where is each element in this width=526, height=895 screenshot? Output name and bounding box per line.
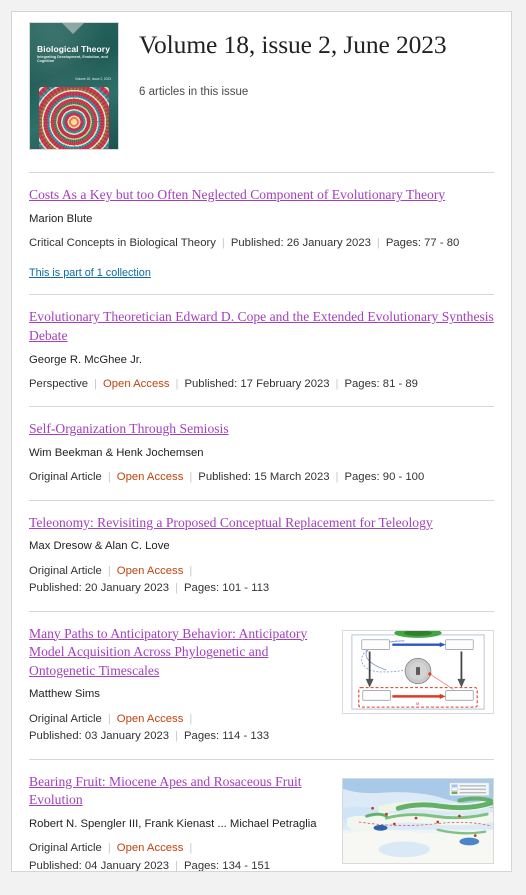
article-title: Bearing Fruit: Miocene Apes and Rosaceou… <box>29 773 332 810</box>
article-item: Teleonomy: Revisiting a Proposed Concept… <box>29 499 494 611</box>
meta-separator: | <box>376 236 380 249</box>
article-published-date: Published: 04 January 2023 <box>29 859 170 872</box>
article-title-link[interactable]: Evolutionary Theoretician Edward D. Cope… <box>29 309 494 343</box>
article-authors: Marion Blute <box>29 212 93 225</box>
article-authors: George R. McGhee Jr. <box>29 353 143 366</box>
article-meta: Original Article | Open Access | Published: … <box>29 555 494 598</box>
meta-separator: | <box>107 712 111 725</box>
article-title: Teleonomy: Revisiting a Proposed Concept… <box>29 514 494 533</box>
open-access-badge: Open Access <box>116 712 184 725</box>
open-access-badge: Open Access <box>116 564 184 577</box>
article-authors: Matthew Sims <box>29 688 100 701</box>
meta-separator: | <box>189 471 193 484</box>
article-list: Costs As a Key but too Often Neglected C… <box>12 172 511 872</box>
article-meta: Perspective | Open Access | Published: 17 Fe… <box>29 368 494 394</box>
cover-journal-subtitle: Integrating Development, Evolution, and … <box>37 55 108 63</box>
article-title-link[interactable]: Costs As a Key but too Often Neglected C… <box>29 187 445 202</box>
meta-separator: | <box>221 236 225 249</box>
cover-notch-decoration <box>62 23 84 34</box>
article-text-block: Bearing Fruit: Miocene Apes and Rosaceou… <box>29 773 332 872</box>
article-count-text: 6 articles in this issue <box>139 86 249 99</box>
meta-separator: | <box>175 582 178 595</box>
article-type: Original Article <box>29 712 102 725</box>
article-pages: Pages: 77 - 80 <box>385 236 460 249</box>
article-text-block: Self-Organization Through Semiosis Wim Be… <box>29 420 494 486</box>
article-published-date: Published: 20 January 2023 <box>29 582 170 595</box>
meta-separator: | <box>107 471 111 484</box>
meta-separator: | <box>335 471 339 484</box>
article-published-date: Published: 26 January 2023 <box>230 236 371 249</box>
svg-text:M: M <box>416 701 419 706</box>
article-meta: Original Article | Open Access | Published: … <box>29 703 332 746</box>
article-meta: Critical Concepts in Biological Theory | P… <box>29 227 494 253</box>
meta-separator: | <box>335 377 339 390</box>
article-pages: Pages: 81 - 89 <box>344 377 418 390</box>
article-text-block: Evolutionary Theoretician Edward D. Cope… <box>29 308 494 393</box>
article-pages: Pages: 101 - 113 <box>184 582 270 595</box>
meta-separator: | <box>175 377 179 390</box>
journal-cover-image[interactable]: Biological Theory Integrating Developmen… <box>29 22 119 150</box>
journal-cover-wrapper[interactable]: Biological Theory Integrating Developmen… <box>29 22 119 150</box>
open-access-badge: Open Access <box>102 377 170 390</box>
article-type: Original Article <box>29 564 102 577</box>
article-title: Many Paths to Anticipatory Behavior: Ant… <box>29 625 332 681</box>
article-item: Many Paths to Anticipatory Behavior: Ant… <box>29 610 494 759</box>
article-text-block: Costs As a Key but too Often Neglected C… <box>29 186 494 281</box>
article-published-date: Published: 17 February 2023 <box>184 377 330 390</box>
issue-meta: Volume 18, issue 2, June 2023 6 articles… <box>139 22 495 150</box>
meta-separator: | <box>175 730 178 743</box>
article-item: Costs As a Key but too Often Neglected C… <box>29 172 494 294</box>
article-title-link[interactable]: Self-Organization Through Semiosis <box>29 421 229 436</box>
article-title: Evolutionary Theoretician Edward D. Cope… <box>29 308 494 345</box>
article-thumbnail[interactable] <box>342 777 494 864</box>
cover-mandala-artwork <box>39 87 109 149</box>
article-item: Bearing Fruit: Miocene Apes and Rosaceou… <box>29 758 494 872</box>
article-published-date: Published: 15 March 2023 <box>198 471 330 484</box>
page-title: Volume 18, issue 2, June 2023 <box>139 30 447 59</box>
article-pages: Pages: 134 - 151 <box>184 859 271 872</box>
article-meta: Original Article | Open Access | Published: … <box>29 461 494 487</box>
article-item: Evolutionary Theoretician Edward D. Cope… <box>29 294 494 406</box>
cover-journal-title: Biological Theory <box>37 44 111 54</box>
article-authors: Robert N. Spengler III, Frank Kienast ..… <box>29 817 317 830</box>
meta-separator: | <box>189 842 193 855</box>
article-type: Original Article <box>29 842 102 855</box>
article-type: Critical Concepts in Biological Theory <box>29 236 216 249</box>
issue-page-card: Biological Theory Integrating Developmen… <box>11 11 512 872</box>
article-authors: Wim Beekman & Henk Jochemsen <box>29 446 204 459</box>
article-title-link[interactable]: Bearing Fruit: Miocene Apes and Rosaceou… <box>29 774 302 808</box>
article-text-block: Teleonomy: Revisiting a Proposed Concept… <box>29 514 494 598</box>
article-meta: Original Article | Open Access | Published: … <box>29 832 332 872</box>
article-title: Self-Organization Through Semiosis <box>29 420 494 439</box>
meta-separator: | <box>189 564 193 577</box>
article-pages: Pages: 90 - 100 <box>344 471 425 484</box>
meta-separator: | <box>94 377 97 390</box>
article-pages: Pages: 114 - 133 <box>184 730 270 743</box>
article-title-link[interactable]: Many Paths to Anticipatory Behavior: Ant… <box>29 626 307 678</box>
article-type: Perspective <box>29 377 89 390</box>
meta-separator: | <box>189 712 193 725</box>
collection-link[interactable]: This is part of 1 collection <box>29 252 151 279</box>
article-published-date: Published: 03 January 2023 <box>29 730 170 743</box>
article-title-link[interactable]: Teleonomy: Revisiting a Proposed Concept… <box>29 515 433 530</box>
meta-separator: | <box>107 842 111 855</box>
meta-separator: | <box>107 564 111 577</box>
article-thumbnail[interactable]: M <box>342 629 494 714</box>
cover-volume-line: Volume 18, Issue 2, 2023 <box>75 77 111 81</box>
map-thumbnail-graphic <box>343 778 493 863</box>
article-type: Original Article <box>29 471 102 484</box>
diagram-thumbnail-graphic: M <box>343 630 493 713</box>
article-title: Costs As a Key but too Often Neglected C… <box>29 186 494 205</box>
meta-separator: | <box>175 859 178 872</box>
issue-header: Biological Theory Integrating Developmen… <box>12 12 511 150</box>
article-authors: Max Dresow & Alan C. Love <box>29 540 170 553</box>
article-item: Self-Organization Through Semiosis Wim Be… <box>29 406 494 499</box>
open-access-badge: Open Access <box>116 842 184 855</box>
article-text-block: Many Paths to Anticipatory Behavior: Ant… <box>29 625 332 746</box>
open-access-badge: Open Access <box>116 471 184 484</box>
